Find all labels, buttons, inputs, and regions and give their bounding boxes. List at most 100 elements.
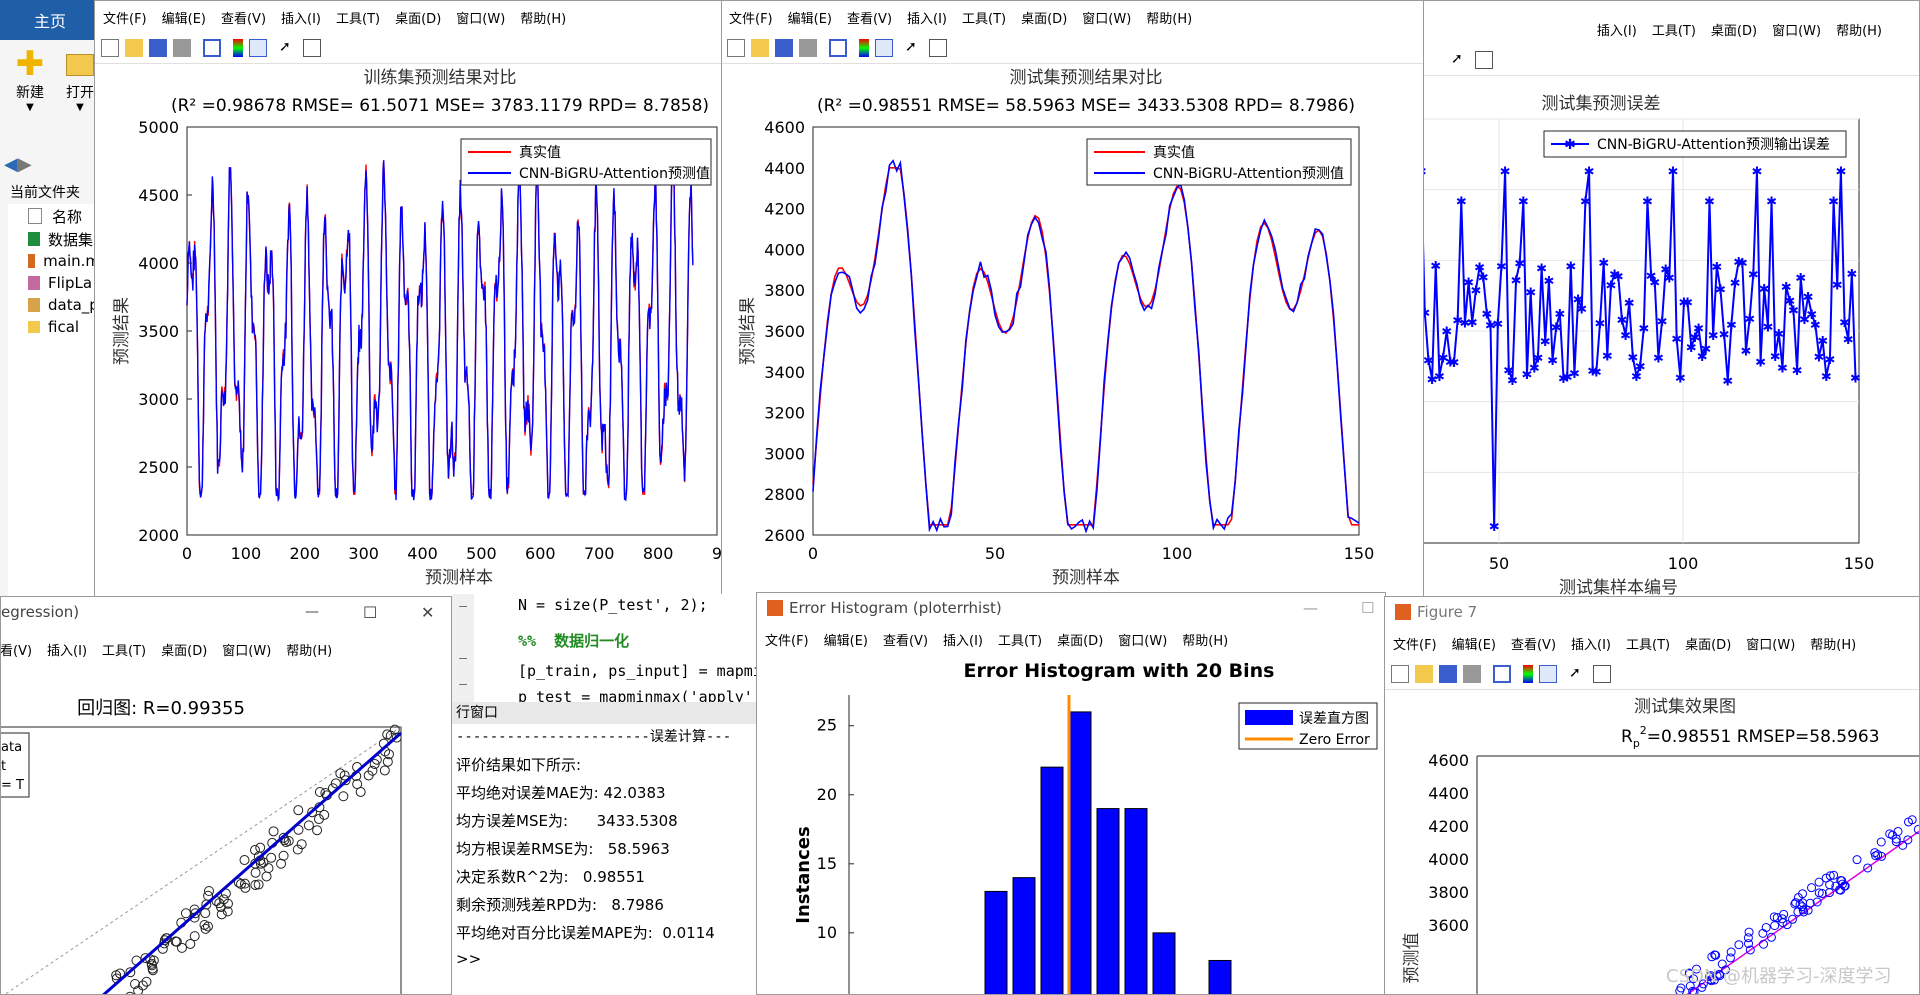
menu-file[interactable]: 文件(F)	[729, 8, 773, 27]
menu-file[interactable]: 文件(F)	[103, 8, 147, 27]
property-editor-icon[interactable]	[303, 39, 321, 57]
file-item[interactable]: data_p	[8, 294, 100, 316]
close-button[interactable]: ✕	[421, 603, 434, 622]
legend-icon[interactable]	[1539, 665, 1557, 683]
menu-edit[interactable]: 编辑(E)	[1452, 634, 1496, 653]
open-file-icon[interactable]	[125, 39, 143, 57]
save-icon[interactable]	[1439, 665, 1457, 683]
save-icon[interactable]	[149, 39, 167, 57]
menu-desktop[interactable]: 桌面(D)	[161, 640, 207, 659]
menu-window[interactable]: 窗口(W)	[1082, 8, 1131, 27]
menu-insert[interactable]: 插入(I)	[281, 8, 321, 27]
menu-view[interactable]: 查看(V)	[221, 8, 266, 27]
menu-insert[interactable]: 插入(I)	[907, 8, 947, 27]
menu-help[interactable]: 帮助(H)	[286, 640, 332, 659]
file-item[interactable]: FlipLa	[8, 272, 100, 294]
menu-help[interactable]: 帮助(H)	[520, 8, 566, 27]
menu-desktop[interactable]: 桌面(D)	[1711, 20, 1757, 39]
property-editor-icon[interactable]	[1475, 51, 1493, 69]
menu-help[interactable]: 帮助(H)	[1810, 634, 1856, 653]
property-editor-icon[interactable]	[929, 39, 947, 57]
menu-edit[interactable]: 编辑(E)	[824, 630, 868, 649]
colorbar-icon[interactable]	[859, 39, 869, 57]
legend-icon[interactable]	[875, 39, 893, 57]
home-tab[interactable]: 主页	[0, 0, 100, 40]
maximize-button[interactable]: ☐	[363, 603, 377, 622]
new-button[interactable]: ✚ 新建 ▼	[8, 46, 52, 116]
link-icon[interactable]	[829, 39, 847, 57]
colorbar-icon[interactable]	[1523, 665, 1533, 683]
maximize-button[interactable]: ☐	[1361, 599, 1374, 617]
menu-tools[interactable]: 工具(T)	[962, 8, 1006, 27]
cursor-icon[interactable]: ➚	[1569, 665, 1587, 683]
link-icon[interactable]	[1493, 665, 1511, 683]
menu-window[interactable]: 窗口(W)	[1746, 634, 1795, 653]
code-line[interactable]: p_test = mapminmax('apply',	[518, 688, 758, 702]
file-item[interactable]: 数据集	[8, 228, 100, 250]
code-comment[interactable]: %% 数据归一化	[518, 630, 629, 651]
menu-insert[interactable]: 插入(I)	[47, 640, 87, 659]
print-icon[interactable]	[173, 39, 191, 57]
menu-window[interactable]: 窗口(W)	[222, 640, 271, 659]
menu-view[interactable]: 查看(V)	[1, 640, 32, 659]
menu-window[interactable]: 窗口(W)	[1772, 20, 1821, 39]
error-point: ✱	[1704, 195, 1715, 210]
menu-insert[interactable]: 插入(I)	[1597, 20, 1637, 39]
print-icon[interactable]	[1463, 665, 1481, 683]
menu-tools[interactable]: 工具(T)	[102, 640, 146, 659]
ytick-label: 20	[817, 785, 837, 804]
menu-desktop[interactable]: 桌面(D)	[1057, 630, 1103, 649]
menu-view[interactable]: 查看(V)	[1511, 634, 1556, 653]
error-point: ✱	[1456, 195, 1467, 210]
new-figure-icon[interactable]	[101, 39, 119, 57]
forward-arrow-icon[interactable]: ▶	[18, 154, 32, 175]
menu-edit[interactable]: 编辑(E)	[788, 8, 832, 27]
error-point: ✱	[1828, 195, 1839, 210]
command-window[interactable]: 行窗口 -----------------------误差计算--- 评价结果如…	[452, 702, 758, 995]
menu-edit[interactable]: 编辑(E)	[162, 8, 206, 27]
back-arrow-icon[interactable]: ◀	[4, 154, 18, 175]
cursor-icon[interactable]: ➚	[1451, 51, 1469, 69]
menu-insert[interactable]: 插入(I)	[943, 630, 983, 649]
colorbar-icon[interactable]	[233, 39, 243, 57]
open-file-icon[interactable]	[751, 39, 769, 57]
save-icon[interactable]	[775, 39, 793, 57]
menu-tools[interactable]: 工具(T)	[1626, 634, 1670, 653]
ytick-label: 3500	[138, 322, 179, 341]
cursor-icon[interactable]: ➚	[905, 39, 923, 57]
minimize-button[interactable]: —	[305, 604, 319, 620]
menu-tools[interactable]: 工具(T)	[1652, 20, 1696, 39]
error-point: ✱	[1653, 351, 1664, 366]
minimize-button[interactable]: —	[1303, 599, 1318, 617]
menu-window[interactable]: 窗口(W)	[456, 8, 505, 27]
legend-icon[interactable]	[249, 39, 267, 57]
cursor-icon[interactable]: ➚	[279, 39, 297, 57]
menu-file[interactable]: 文件(F)	[765, 630, 809, 649]
menu-view[interactable]: 查看(V)	[883, 630, 928, 649]
print-icon[interactable]	[799, 39, 817, 57]
menu-tools[interactable]: 工具(T)	[998, 630, 1042, 649]
menu-help[interactable]: 帮助(H)	[1146, 8, 1192, 27]
command-prompt[interactable]: >>	[456, 950, 481, 968]
menu-desktop[interactable]: 桌面(D)	[1685, 634, 1731, 653]
menu-insert[interactable]: 插入(I)	[1571, 634, 1611, 653]
menu-file[interactable]: 文件(F)	[1393, 634, 1437, 653]
ytick-label: 3800	[764, 281, 805, 300]
link-icon[interactable]	[203, 39, 221, 57]
file-item[interactable]: main.m	[8, 250, 100, 272]
menu-tools[interactable]: 工具(T)	[336, 8, 380, 27]
ytick-label: 4200	[1428, 817, 1469, 836]
menu-help[interactable]: 帮助(H)	[1836, 20, 1882, 39]
menu-desktop[interactable]: 桌面(D)	[395, 8, 441, 27]
new-figure-icon[interactable]	[727, 39, 745, 57]
property-editor-icon[interactable]	[1593, 665, 1611, 683]
menu-desktop[interactable]: 桌面(D)	[1021, 8, 1067, 27]
menu-view[interactable]: 查看(V)	[847, 8, 892, 27]
code-line[interactable]: N = size(P_test', 2);	[518, 596, 708, 614]
new-figure-icon[interactable]	[1391, 665, 1409, 683]
menu-help[interactable]: 帮助(H)	[1182, 630, 1228, 649]
menu-window[interactable]: 窗口(W)	[1118, 630, 1167, 649]
file-item[interactable]: fical	[8, 316, 100, 338]
code-line[interactable]: [p_train, ps_input] = mapmi	[518, 662, 758, 680]
open-file-icon[interactable]	[1415, 665, 1433, 683]
